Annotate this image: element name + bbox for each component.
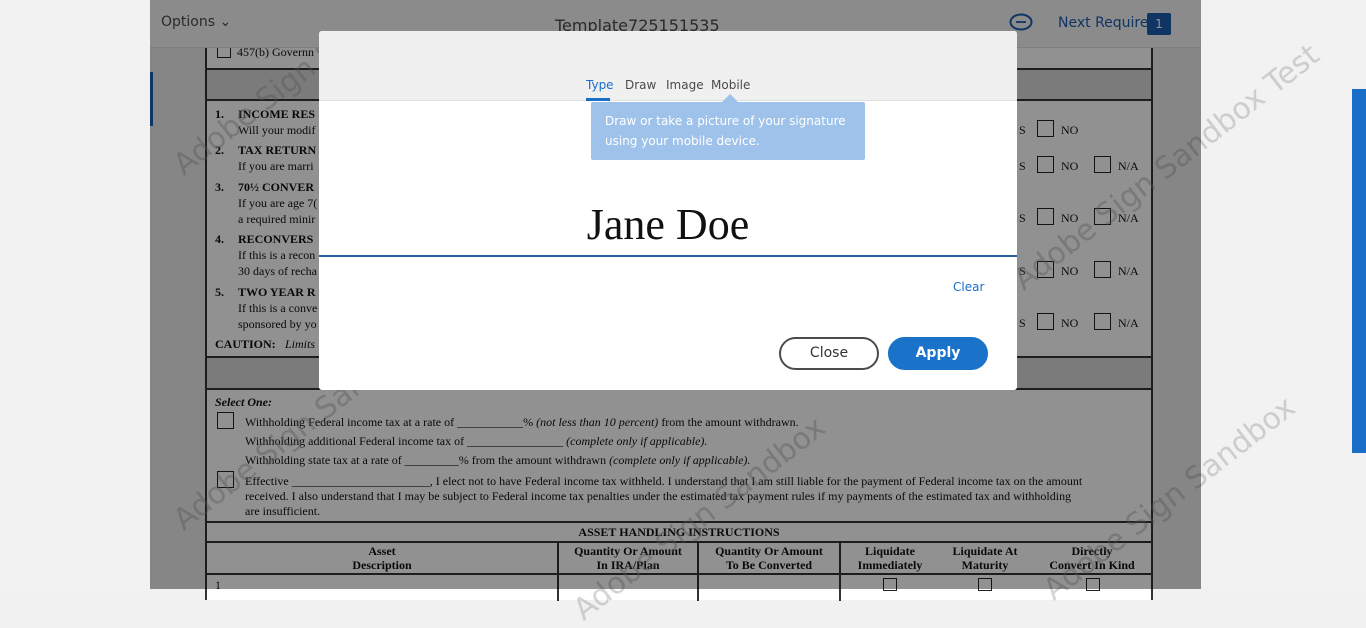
side-panel-tab[interactable] (1352, 89, 1366, 453)
tab-draw[interactable]: Draw (625, 78, 656, 92)
clear-link[interactable]: Clear (953, 280, 984, 294)
tab-mobile[interactable]: Mobile (711, 78, 750, 92)
close-button[interactable]: Close (779, 337, 879, 370)
app-window: 457(b) Governn 1. INCOME RES Will your m… (0, 0, 1366, 628)
mobile-tooltip: Draw or take a picture of your signature… (591, 102, 865, 160)
signature-input[interactable]: Jane Doe (319, 199, 1017, 250)
apply-button[interactable]: Apply (888, 337, 988, 370)
active-tab-indicator (586, 98, 610, 101)
signature-baseline (319, 255, 1017, 257)
tab-image[interactable]: Image (666, 78, 704, 92)
signature-dialog: Type Draw Image Mobile Draw or take a pi… (319, 31, 1017, 390)
tooltip-arrow (722, 94, 738, 102)
signature-tab-bar: Type Draw Image Mobile (319, 31, 1017, 101)
tab-type[interactable]: Type (586, 78, 614, 92)
